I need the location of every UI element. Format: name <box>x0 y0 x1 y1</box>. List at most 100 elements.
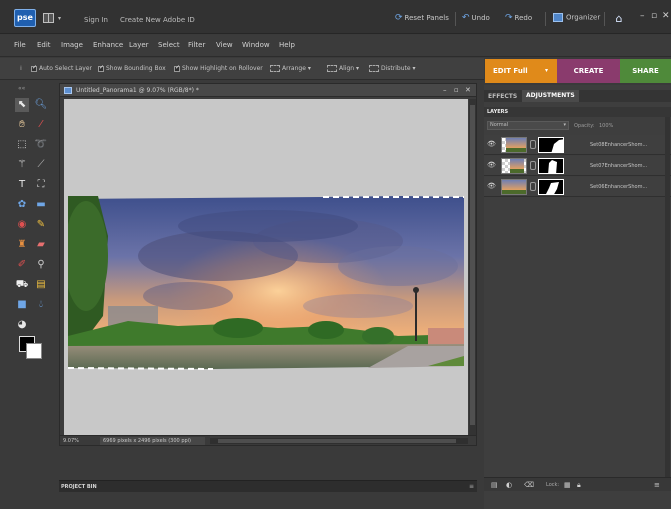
smart-brush-tool-icon[interactable]: ⚲ <box>34 258 48 272</box>
menu-help[interactable]: Help <box>279 41 295 49</box>
redo-button[interactable]: ↷ Redo <box>505 13 532 25</box>
project-bin[interactable]: PROJECT BIN ≡ <box>59 480 477 492</box>
menu-file[interactable]: File <box>14 41 26 49</box>
panel-menu-icon[interactable]: ≡ <box>654 481 660 489</box>
panel-menu-icon[interactable]: ≡ <box>469 483 474 490</box>
blend-mode-select[interactable]: Normal ▾ <box>487 121 569 130</box>
menu-view[interactable]: View <box>216 41 233 49</box>
blur-tool-icon[interactable]: 💧︎ <box>34 298 48 312</box>
shape-tool-icon[interactable]: ■ <box>15 298 29 312</box>
menu-enhance[interactable]: Enhance <box>93 41 123 49</box>
scroll-thumb[interactable] <box>218 439 456 443</box>
tab-create[interactable]: CREATE <box>557 59 620 83</box>
cookie-cutter-tool-icon[interactable]: ✿ <box>15 198 29 212</box>
link-icon[interactable] <box>530 140 536 149</box>
restore-icon[interactable]: ▫ <box>651 11 657 21</box>
move-tool-icon[interactable]: ⬉ <box>15 98 29 112</box>
scroll-thumb[interactable] <box>470 105 475 425</box>
magic-wand-tool-icon[interactable]: ⚚ <box>15 158 29 172</box>
sponge-tool-icon[interactable]: ◕ <box>15 318 29 332</box>
align-dropdown[interactable]: Align ▾ <box>327 65 359 72</box>
zoom-tool-icon[interactable]: 🔍︎ <box>34 98 48 112</box>
bounding-box-checkbox[interactable]: Show Bounding Box <box>98 64 166 72</box>
eye-icon[interactable]: 👁︎ <box>487 161 496 169</box>
brush-tool-icon[interactable]: ✐ <box>15 258 29 272</box>
lock-transparency-icon[interactable]: ▦ <box>564 481 571 489</box>
tab-share[interactable]: SHARE <box>620 59 671 83</box>
adjustment-layer-icon[interactable]: ◐ <box>506 481 512 489</box>
check-icon <box>98 64 104 72</box>
toolbox-grip-icon[interactable]: «« <box>18 85 25 92</box>
close-icon[interactable]: ✕ <box>465 86 471 94</box>
panorama-image[interactable] <box>68 196 464 371</box>
marquee-tool-icon[interactable]: ⬚ <box>15 138 29 152</box>
reset-panels-button[interactable]: ⟳ Reset Panels <box>395 13 449 25</box>
layer-mask-thumbnail[interactable] <box>538 158 564 174</box>
auto-select-layer-checkbox[interactable]: Auto Select Layer <box>31 64 92 72</box>
link-icon[interactable] <box>530 161 536 170</box>
layers-scrollbar[interactable] <box>665 117 670 477</box>
home-icon[interactable]: ⌂ <box>612 12 626 26</box>
delete-layer-icon[interactable]: ⌫ <box>524 481 534 489</box>
canvas-area[interactable] <box>64 99 468 436</box>
menu-filter[interactable]: Filter <box>188 41 205 49</box>
menu-window[interactable]: Window <box>242 41 270 49</box>
layer-row[interactable]: 👁︎ Set06EnhancerShom... <box>484 177 671 197</box>
arrange-dropdown[interactable]: Arrange ▾ <box>270 65 311 72</box>
layer-row[interactable]: 👁︎ Set08EnhancerShom... <box>484 135 671 155</box>
document-size-info[interactable]: 6969 pixels x 2496 pixels (300 ppi) <box>100 437 205 445</box>
lock-all-icon[interactable]: 🔒︎ <box>577 481 581 490</box>
restore-icon[interactable]: ▫ <box>454 86 459 94</box>
selection-brush-tool-icon[interactable]: ⟋ <box>34 158 48 172</box>
zoom-level[interactable]: 9.07% <box>63 437 93 445</box>
highlight-label: Show Highlight on Rollover <box>182 65 263 72</box>
top-bar: pse ▾ Sign In Create New Adobe ID ⟳ Reset… <box>0 0 671 34</box>
document-title-bar: Untitled_Panorama1 @ 9.07% (RGB/8*) * – … <box>60 84 476 97</box>
eye-icon[interactable]: 👁︎ <box>487 140 496 148</box>
check-icon <box>31 64 37 72</box>
lasso-tool-icon[interactable]: ➰ <box>34 138 48 152</box>
create-adobe-id-link[interactable]: Create New Adobe ID <box>120 16 195 24</box>
layer-row[interactable]: 👁︎ Set07EnhancerShom... <box>484 156 671 176</box>
tab-effects[interactable]: EFFECTS <box>488 93 517 100</box>
highlight-rollover-checkbox[interactable]: Show Highlight on Rollover <box>174 64 263 72</box>
close-icon[interactable]: ✕ <box>662 11 670 21</box>
hand-tool-icon[interactable]: ✋︎ <box>15 118 29 132</box>
new-layer-icon[interactable]: ▤ <box>491 481 498 489</box>
vertical-scrollbar[interactable] <box>469 99 476 436</box>
gradient-tool-icon[interactable]: ▤ <box>34 278 48 292</box>
background-color-swatch[interactable] <box>26 343 42 359</box>
minimize-icon[interactable]: – <box>443 86 447 94</box>
clone-stamp-tool-icon[interactable]: ♜ <box>15 238 29 252</box>
opacity-input[interactable]: 100% <box>599 123 613 129</box>
eyedropper-tool-icon[interactable]: ⁄ <box>34 118 48 132</box>
tab-edit[interactable]: EDIT Full ▾ <box>485 59 557 83</box>
eraser-tool-icon[interactable]: ▰ <box>34 238 48 252</box>
organizer-button[interactable]: Organizer <box>553 13 600 25</box>
layout-button[interactable]: ▾ <box>43 13 67 23</box>
undo-button[interactable]: ↶ Undo <box>462 13 490 25</box>
layer-thumbnail <box>501 158 527 174</box>
link-icon[interactable] <box>530 182 536 191</box>
paint-bucket-tool-icon[interactable]: ⛟ <box>15 278 29 292</box>
crop-tool-icon[interactable]: ⛶ <box>34 178 48 192</box>
mask-shape <box>548 160 557 173</box>
layer-mask-thumbnail[interactable] <box>538 179 564 195</box>
red-eye-tool-icon[interactable]: ◉ <box>15 218 29 232</box>
tab-adjustments[interactable]: ADJUSTMENTS <box>522 90 579 102</box>
layer-mask-thumbnail[interactable] <box>538 137 564 153</box>
straighten-tool-icon[interactable]: ▬ <box>34 198 48 212</box>
minimize-icon[interactable]: – <box>640 11 645 21</box>
spot-healing-tool-icon[interactable]: ✎ <box>34 218 48 232</box>
horizontal-scrollbar[interactable] <box>210 438 468 444</box>
distribute-dropdown[interactable]: Distribute ▾ <box>369 65 415 72</box>
sign-in-link[interactable]: Sign In <box>84 16 108 24</box>
menu-select[interactable]: Select <box>158 41 180 49</box>
menu-layer[interactable]: Layer <box>129 41 149 49</box>
layer-name: Set07EnhancerShom... <box>590 163 648 169</box>
menu-edit[interactable]: Edit <box>37 41 51 49</box>
chevron-down-icon: ▾ <box>58 15 62 22</box>
eye-icon[interactable]: 👁︎ <box>487 182 496 190</box>
type-tool-icon[interactable]: T <box>15 178 29 192</box>
menu-image[interactable]: Image <box>61 41 83 49</box>
